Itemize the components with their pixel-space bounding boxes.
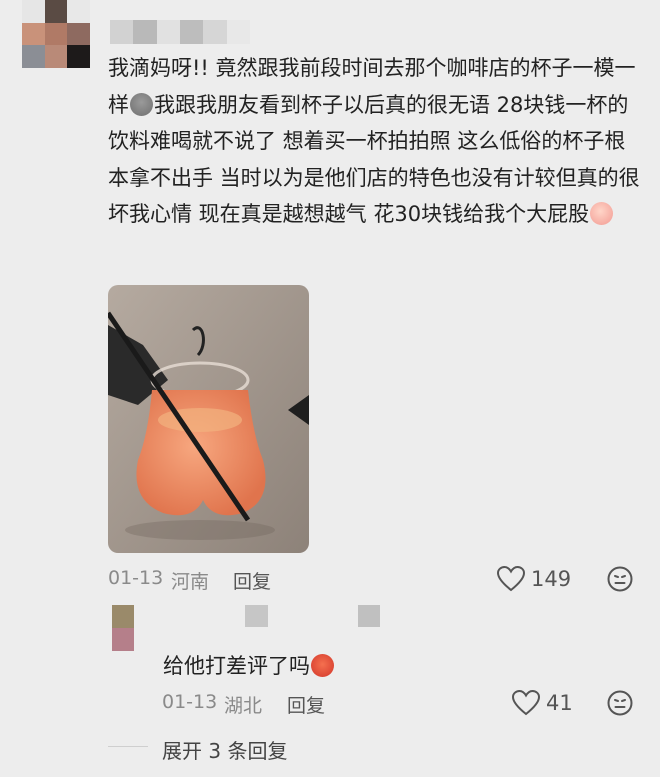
reply-like-count: 41 xyxy=(546,691,573,715)
reply-text-content: 给他打差评了吗 xyxy=(163,654,310,678)
comment-like-button[interactable]: 149 xyxy=(497,566,571,592)
comment-reply-button[interactable]: 回复 xyxy=(233,567,271,594)
comment-location: 河南 xyxy=(171,571,210,593)
reply-username-blurred[interactable] xyxy=(245,605,380,627)
neutral-face-icon xyxy=(607,566,633,592)
commenter-avatar[interactable] xyxy=(22,0,90,68)
angry-devil-icon xyxy=(311,654,334,677)
expand-replies-button[interactable]: 展开 3 条回复 xyxy=(162,735,287,764)
commenter-username-blurred[interactable] xyxy=(110,20,250,44)
neutral-face-icon xyxy=(607,690,633,716)
reply-text: 给他打差评了吗 xyxy=(163,650,335,680)
ghost-face-icon xyxy=(130,92,153,116)
reply-avatar[interactable] xyxy=(112,605,134,651)
comment-date: 01-13 xyxy=(108,567,164,589)
comment-image[interactable] xyxy=(108,285,309,553)
reply-like-button[interactable]: 41 xyxy=(512,690,573,716)
reply-date: 01-13 xyxy=(162,691,218,713)
reply-reply-button[interactable]: 回复 xyxy=(287,691,325,718)
expand-divider xyxy=(108,746,148,747)
drink-photo xyxy=(108,285,309,553)
heart-icon xyxy=(512,690,540,716)
reply-dislike-button[interactable] xyxy=(607,690,633,720)
comment-text: 我滴妈呀!! 竟然跟我前段时间去那个咖啡店的杯子一模一样 我跟我朋友看到杯子以后真… xyxy=(108,50,643,233)
heart-icon xyxy=(497,566,525,592)
comment-like-count: 149 xyxy=(531,567,572,591)
reply-location: 湖北 xyxy=(224,695,263,717)
comment-dislike-button[interactable] xyxy=(607,566,633,596)
comment-text-part2: 我跟我朋友看到杯子以后真的很无语 28块钱一杯的饮料难喝就不说了 想着买一杯拍拍… xyxy=(108,92,640,227)
crying-face-icon xyxy=(590,202,614,225)
